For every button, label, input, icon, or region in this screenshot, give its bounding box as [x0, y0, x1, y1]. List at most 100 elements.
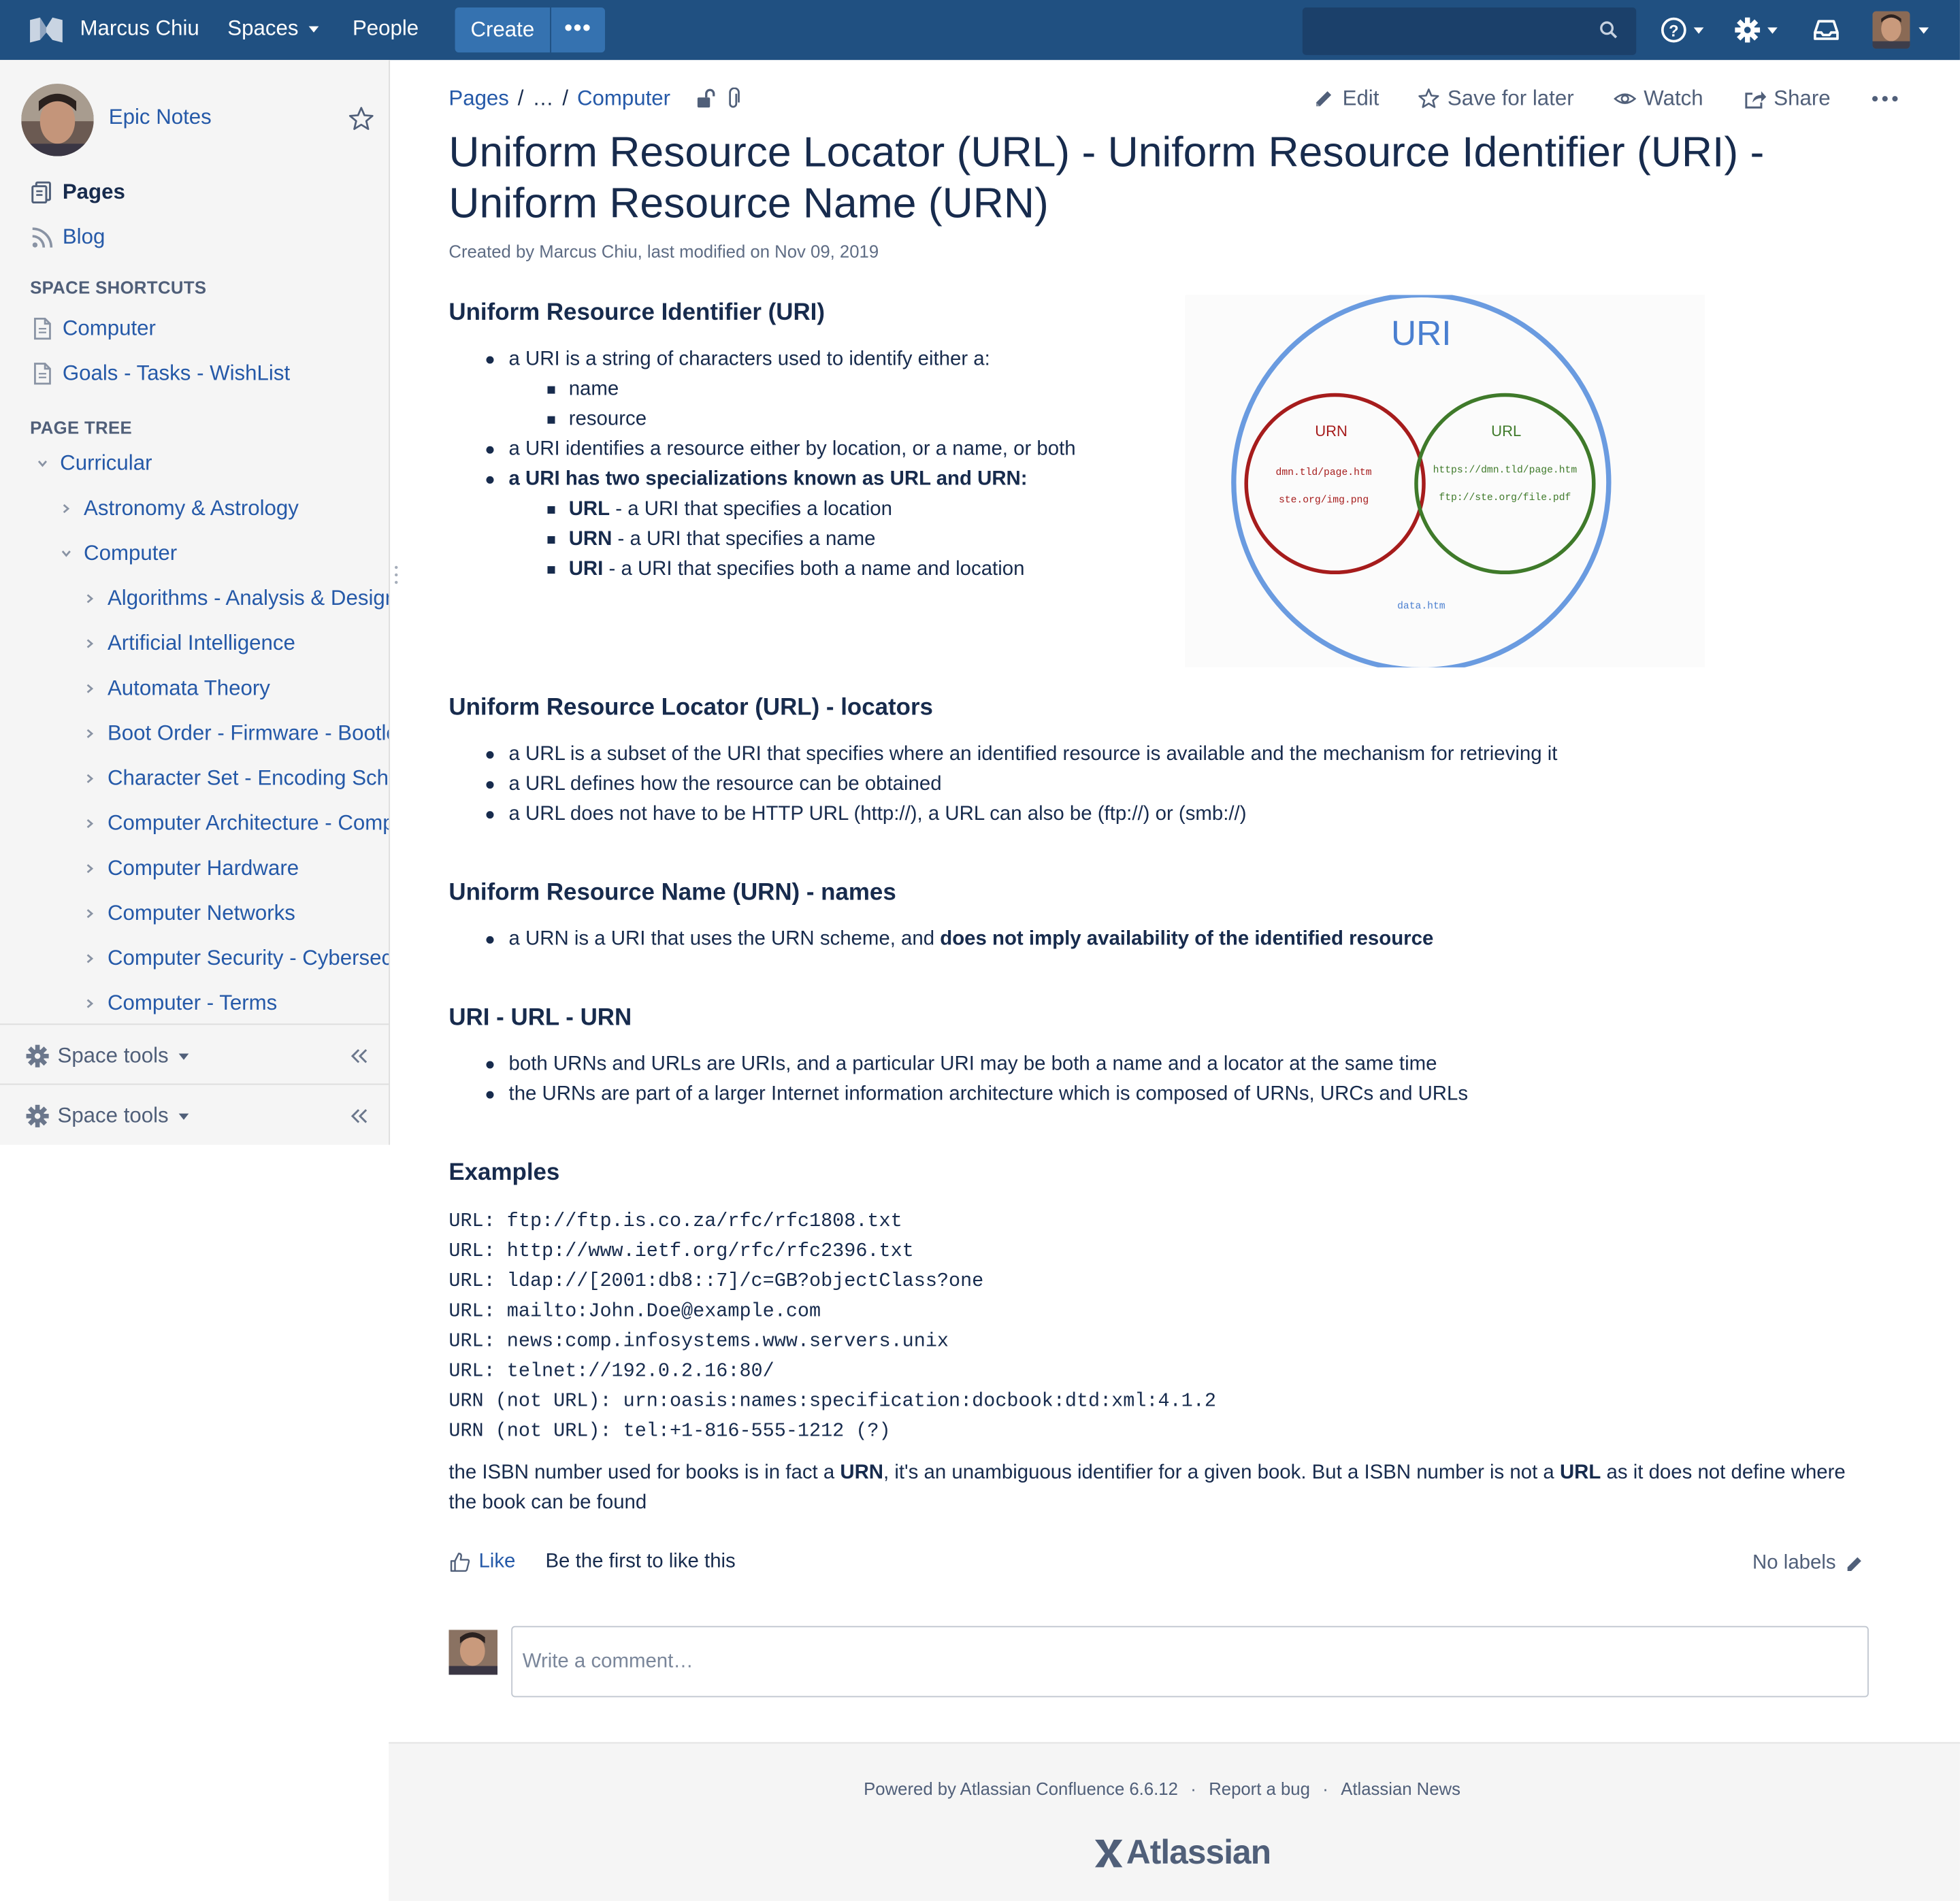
tree-item-boot-order[interactable]: Boot Order - Firmware - Bootloader — [108, 721, 389, 746]
tree-item-curricular[interactable]: Curricular — [60, 451, 152, 476]
separator: · — [1190, 1778, 1196, 1799]
collapse-sidebar-icon[interactable] — [350, 1107, 370, 1125]
comment-avatar — [448, 1630, 498, 1675]
chevron-right-icon[interactable] — [84, 772, 96, 784]
sidebar-item-blog[interactable]: Blog — [30, 225, 105, 250]
tree-item-computer-architecture[interactable]: Computer Architecture - Computer Organiz… — [108, 811, 389, 836]
powered-by-link[interactable]: Powered by Atlassian Confluence 6.6.12 — [864, 1779, 1178, 1798]
bullet — [547, 416, 555, 424]
star-icon — [1418, 88, 1439, 108]
report-bug-link[interactable]: Report a bug — [1209, 1779, 1310, 1798]
user-home-link[interactable]: Marcus Chiu — [80, 16, 199, 42]
chevron-down-icon[interactable] — [36, 457, 48, 469]
tree-item-computer[interactable]: Computer — [84, 541, 177, 566]
watch-button[interactable]: Watch — [1614, 86, 1703, 112]
create-button[interactable]: Create — [455, 7, 551, 53]
chevron-right-icon[interactable] — [84, 997, 96, 1010]
chevron-right-icon[interactable] — [84, 953, 96, 965]
sidebar-resize-handle[interactable] — [394, 565, 399, 584]
urn-example: dmn.tld/page.htm — [1276, 467, 1372, 478]
atlassian-news-link[interactable]: Atlassian News — [1341, 1779, 1460, 1798]
like-button[interactable]: Like — [478, 1551, 515, 1574]
labels-area: No labels — [1752, 1552, 1863, 1574]
chevron-right-icon[interactable] — [84, 593, 96, 605]
share-icon — [1745, 91, 1767, 109]
gear-icon[interactable] — [1734, 15, 1782, 45]
more-actions-icon[interactable] — [1872, 94, 1899, 104]
chevron-right-icon[interactable] — [84, 727, 96, 740]
like-summary: Be the first to like this — [545, 1551, 736, 1572]
uri-sub-bullet-uri: URI - a URI that specifies both a name a… — [569, 559, 1025, 581]
breadcrumb-pages[interactable]: Pages — [448, 86, 509, 112]
chevron-right-icon[interactable] — [84, 638, 96, 650]
chevron-right-icon[interactable] — [84, 908, 96, 920]
chevron-down-icon[interactable] — [1916, 15, 1934, 45]
edit-button[interactable]: Edit — [1313, 86, 1379, 112]
pencil-icon — [1316, 91, 1332, 107]
tree-item-algorithms[interactable]: Algorithms - Analysis & Design — [108, 586, 389, 612]
chevron-right-icon[interactable] — [84, 817, 96, 829]
breadcrumb-ellipsis[interactable]: … — [532, 86, 553, 112]
user-avatar[interactable] — [1872, 11, 1910, 49]
space-avatar[interactable] — [21, 84, 94, 156]
space-tools-label: Space tools — [57, 1103, 169, 1127]
like-row: Like Be the first to like this — [448, 1551, 736, 1574]
comment-input[interactable] — [511, 1625, 1869, 1698]
chevron-down-icon — [178, 1112, 189, 1119]
uri-bullet-2: a URI identifies a resource either by lo… — [508, 438, 1076, 460]
help-icon[interactable]: ? — [1660, 15, 1708, 45]
tree-item-computer-hardware[interactable]: Computer Hardware — [108, 856, 299, 881]
uri-sub-bullet-resource: resource — [568, 408, 647, 430]
definition: - a URI that specifies both a name and l… — [603, 559, 1025, 580]
notifications-inbox-icon[interactable] — [1811, 15, 1841, 45]
chevron-right-icon[interactable] — [84, 862, 96, 874]
tree-item-computer-terms[interactable]: Computer - Terms — [108, 991, 277, 1016]
create-more-button[interactable]: ••• — [551, 7, 605, 53]
shortcut-computer[interactable]: Computer — [30, 316, 156, 342]
page-title: Uniform Resource Locator (URL) - Uniform… — [448, 129, 1765, 228]
sidebar-scroll-area[interactable]: Epic Notes Pages Blog SPACE SHORTCUTS Co… — [0, 60, 389, 1022]
save-for-later-button[interactable]: Save for later — [1418, 86, 1574, 112]
people-link[interactable]: People — [353, 16, 419, 42]
tree-item-astronomy[interactable]: Astronomy & Astrology — [84, 496, 299, 521]
text: the ISBN number used for books is in fac… — [448, 1462, 840, 1484]
breadcrumb-computer[interactable]: Computer — [577, 86, 670, 112]
bullet — [547, 566, 555, 574]
search-icon[interactable] — [1599, 20, 1618, 39]
url-bullet-1: a URL is a subset of the URI that specif… — [508, 743, 1558, 765]
tree-item-computer-networks[interactable]: Computer Networks — [108, 901, 295, 926]
comment-avatar-image — [448, 1630, 498, 1675]
sidebar-item-label: Blog — [62, 225, 105, 249]
uri-circle-label: URI — [1391, 313, 1452, 352]
atlassian-logo[interactable]: Atlassian — [1091, 1834, 1271, 1872]
star-icon[interactable] — [348, 105, 375, 132]
thumbs-up-icon[interactable] — [448, 1551, 471, 1574]
tree-item-computer-security[interactable]: Computer Security - Cybersecurity — [108, 946, 389, 972]
chevron-right-icon[interactable] — [60, 502, 72, 514]
example-line: URL: news:comp.infosystems.www.servers.u… — [448, 1329, 949, 1353]
chevron-right-icon[interactable] — [84, 682, 96, 695]
search-input[interactable] — [1302, 7, 1637, 55]
edit-labels-pencil-icon[interactable] — [1846, 1555, 1863, 1572]
collapse-sidebar-icon[interactable] — [350, 1047, 370, 1065]
unlock-icon[interactable] — [696, 88, 718, 110]
space-name-link[interactable]: Epic Notes — [109, 105, 212, 130]
attachment-icon[interactable] — [725, 87, 743, 110]
tree-item-ai[interactable]: Artificial Intelligence — [108, 631, 295, 657]
sidebar-item-pages[interactable]: Pages — [30, 180, 125, 205]
page-metadata: Created by Marcus Chiu, last modified on… — [448, 241, 879, 261]
share-button[interactable]: Share — [1744, 86, 1831, 112]
shortcut-goals-tasks-wishlist[interactable]: Goals - Tasks - WishList — [30, 361, 290, 386]
spaces-menu[interactable]: Spaces — [227, 16, 318, 42]
footer-links: Powered by Atlassian Confluence 6.6.12 · R… — [864, 1779, 1460, 1798]
tree-item-automata[interactable]: Automata Theory — [108, 676, 270, 701]
urn-bullet-1: a URN is a URI that uses the URN scheme,… — [509, 929, 1434, 951]
chevron-down-icon[interactable] — [60, 548, 72, 560]
confluence-logo-icon[interactable] — [27, 15, 65, 45]
space-tools-menu[interactable]: Space tools — [25, 1104, 189, 1129]
user-avatar-image — [1872, 11, 1910, 49]
page-tree-heading: PAGE TREE — [30, 417, 133, 437]
space-tools-menu[interactable]: Space tools — [25, 1044, 189, 1069]
tree-item-character-set[interactable]: Character Set - Encoding Scheme — [108, 766, 389, 791]
urn-bullet-text: a URN is a URI that uses the URN scheme,… — [508, 928, 941, 950]
